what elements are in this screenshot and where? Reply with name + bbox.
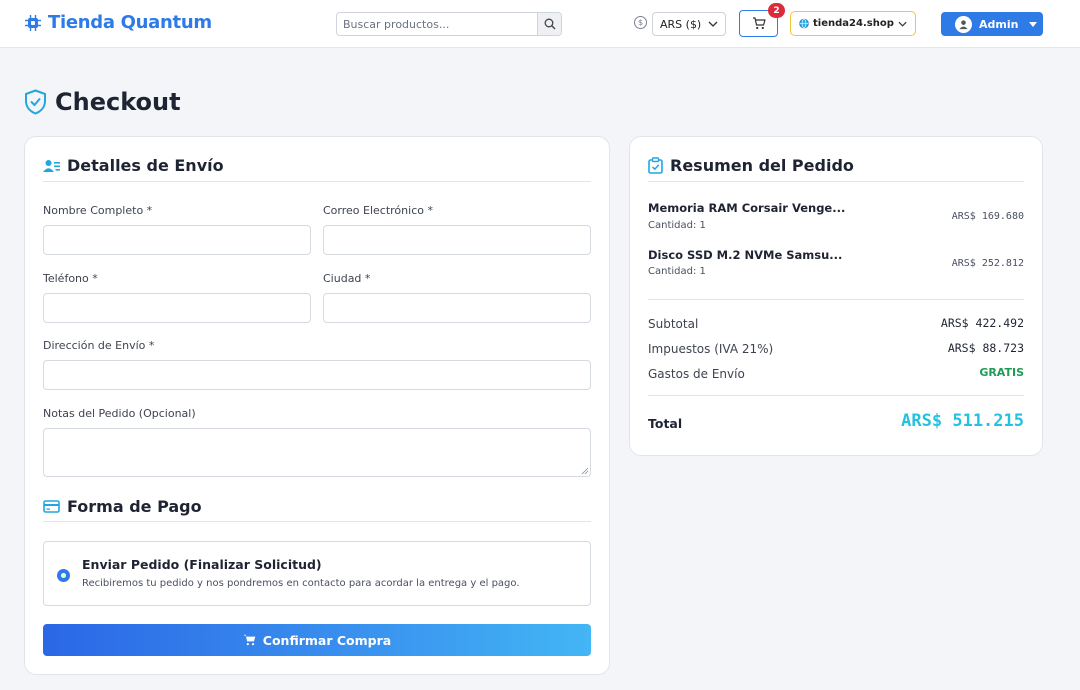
cart-icon (752, 17, 766, 30)
globe-icon (799, 18, 809, 29)
shield-check-icon (25, 89, 46, 115)
divider (43, 521, 591, 522)
tax-label: Impuestos (IVA 21%) (648, 342, 774, 356)
shipping-section-title: Detalles de Envío (43, 156, 224, 175)
store-select[interactable]: tienda24.shop (790, 11, 916, 36)
confirm-purchase-button[interactable]: Confirmar Compra (43, 624, 591, 656)
email-label: Correo Electrónico * (323, 204, 433, 217)
currency-value: ARS ($) (660, 17, 702, 31)
page-title: Checkout (55, 88, 181, 116)
search-icon (544, 18, 555, 30)
payment-section-title: Forma de Pago (43, 497, 202, 516)
clipboard-check-icon (648, 157, 663, 174)
item-price: ARS$ 252.812 (951, 258, 1024, 269)
item-quantity: Cantidad: 1 (648, 266, 706, 277)
order-summary-card: Resumen del Pedido Memoria RAM Corsair V… (629, 136, 1043, 456)
full-name-field[interactable] (43, 225, 311, 255)
name-label: Nombre Completo * (43, 204, 153, 217)
city-label: Ciudad * (323, 272, 371, 285)
tax-value: ARS$ 88.723 (947, 341, 1024, 355)
divider (648, 395, 1024, 396)
user-card-icon (43, 159, 60, 172)
address-field[interactable] (43, 360, 591, 390)
section-title-text: Resumen del Pedido (670, 156, 854, 175)
total-value: ARS$ 511.215 (901, 411, 1024, 431)
payment-option-description: Recibiremos tu pedido y nos pondremos en… (82, 578, 520, 589)
cart-count-badge: 2 (768, 3, 785, 18)
email-field[interactable] (323, 225, 591, 255)
subtotal-value: ARS$ 422.492 (940, 316, 1024, 330)
currency-icon: $ (634, 16, 647, 29)
confirm-button-label: Confirmar Compra (262, 632, 392, 648)
order-notes-field[interactable] (43, 428, 591, 477)
summary-section-title: Resumen del Pedido (648, 156, 854, 175)
avatar (955, 15, 972, 33)
search-input[interactable] (337, 13, 537, 35)
page-header: Checkout (24, 88, 181, 116)
shipping-cost-value: GRATIS (979, 366, 1024, 379)
item-price: ARS$ 169.680 (951, 211, 1024, 222)
user-icon (959, 19, 968, 29)
shipping-card: Detalles de Envío Nombre Completo * Corr… (24, 136, 610, 675)
search-bar (336, 12, 562, 36)
user-menu-button[interactable]: Admin (941, 12, 1043, 36)
payment-option-send-order[interactable]: Enviar Pedido (Finalizar Solicitud) Reci… (43, 541, 591, 606)
phone-field[interactable] (43, 293, 311, 323)
payment-radio[interactable] (57, 569, 70, 582)
divider (43, 181, 591, 182)
brand-logo[interactable]: Tienda Quantum (24, 12, 212, 33)
subtotal-label: Subtotal (648, 317, 699, 331)
chevron-down-icon (898, 21, 907, 27)
payment-option-title: Enviar Pedido (Finalizar Solicitud) (82, 557, 322, 572)
credit-card-icon (43, 500, 60, 513)
caret-down-icon (1029, 21, 1037, 27)
top-navbar: Tienda Quantum $ ARS ($) 2 tienda24.shop (0, 0, 1080, 48)
brand-name: Tienda Quantum (48, 12, 212, 33)
cpu-icon (25, 14, 41, 31)
section-title-text: Forma de Pago (67, 497, 202, 516)
phone-label: Teléfono * (43, 272, 98, 285)
section-title-text: Detalles de Envío (67, 156, 224, 175)
shipping-cost-label: Gastos de Envío (648, 367, 745, 381)
item-quantity: Cantidad: 1 (648, 220, 706, 231)
item-name: Memoria RAM Corsair Venge... (648, 201, 846, 215)
divider (648, 181, 1024, 182)
divider (648, 299, 1024, 300)
user-name: Admin (979, 17, 1019, 31)
item-name: Disco SSD M.2 NVMe Samsu... (648, 248, 843, 262)
store-name: tienda24.shop (813, 18, 894, 29)
address-label: Dirección de Envío * (43, 339, 155, 352)
search-button[interactable] (537, 13, 561, 35)
total-label: Total (648, 416, 683, 431)
resize-handle-icon[interactable] (581, 467, 589, 475)
city-field[interactable] (323, 293, 591, 323)
notes-label: Notas del Pedido (Opcional) (43, 407, 196, 420)
cart-icon (243, 634, 256, 646)
chevron-down-icon (708, 21, 718, 27)
currency-select[interactable]: ARS ($) (652, 12, 726, 36)
